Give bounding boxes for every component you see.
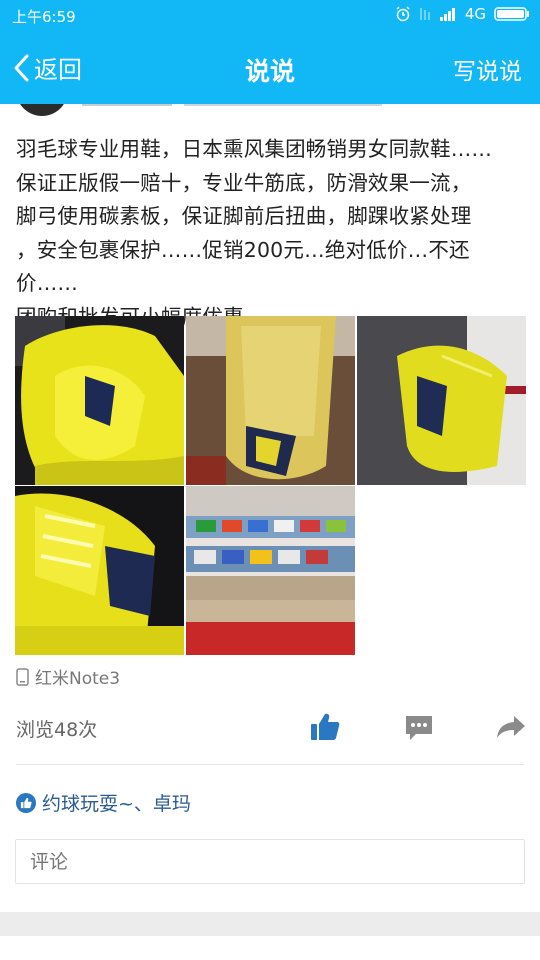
likes-row: 约球玩耍~、卓玛 <box>16 789 191 816</box>
photo-shoe-store-display[interactable] <box>186 486 355 655</box>
like-badge-icon <box>16 792 36 813</box>
battery-icon <box>494 7 529 21</box>
divider <box>16 764 524 765</box>
post-text: 羽毛球专业用鞋，日本熏风集团畅销男女同款鞋…… 保证正版假一赔十，专业牛筋底，防… <box>16 137 493 329</box>
thumbs-up-icon <box>311 713 340 740</box>
write-post-button[interactable]: 写说说 <box>453 52 522 86</box>
mute-icon <box>420 8 430 20</box>
signal-icon <box>439 8 455 21</box>
status-time: 上午6:59 <box>12 8 76 26</box>
share-icon <box>497 716 525 738</box>
post-meta-clipped <box>82 104 382 106</box>
view-count: 浏览48次 <box>16 719 98 741</box>
alarm-icon <box>396 6 410 22</box>
device-label: 红米Note3 <box>35 669 121 689</box>
network-label: 4G <box>464 5 486 23</box>
device-info: 红米Note3 <box>16 664 120 689</box>
title-bar: 返回 说说 写说说 <box>0 30 540 104</box>
photo-shoe-lace-side[interactable] <box>357 316 526 485</box>
photo-shoe-lace-top[interactable] <box>15 486 184 655</box>
photo-shoe-side[interactable] <box>15 316 184 485</box>
comment-input[interactable] <box>15 839 525 884</box>
status-bar: 上午6:59 4G <box>0 0 540 30</box>
comment-button[interactable] <box>402 710 436 744</box>
share-button[interactable] <box>494 710 528 744</box>
bottom-separator <box>0 912 540 936</box>
post-header-clipped <box>0 104 540 116</box>
comment-icon <box>406 716 432 740</box>
likes-names[interactable]: 约球玩耍~、卓玛 <box>42 789 191 816</box>
status-icons: 4G <box>395 5 530 23</box>
photo-shoe-sole[interactable] <box>186 316 355 485</box>
phone-icon <box>16 667 29 686</box>
avatar[interactable] <box>16 104 68 116</box>
like-button[interactable] <box>308 710 342 744</box>
